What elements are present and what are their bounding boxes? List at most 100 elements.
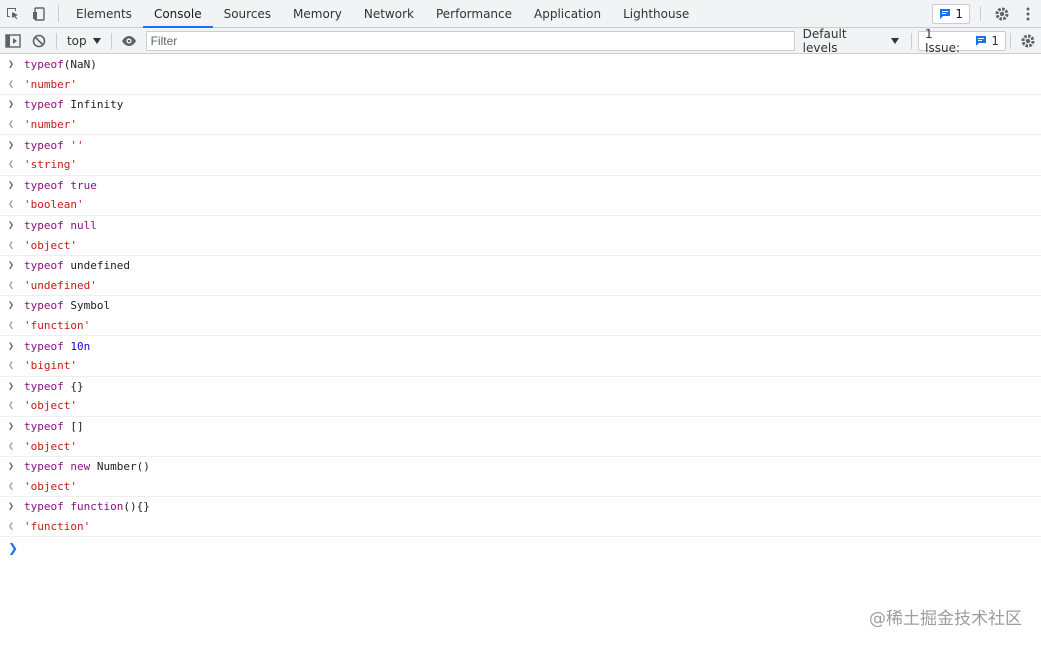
filter-input[interactable] [145, 30, 795, 51]
console-entry: ❯ typeof 10n ❮ 'bigint' [0, 336, 1041, 377]
tab-elements[interactable]: Elements [65, 0, 143, 27]
result-value: 'object' [24, 439, 77, 453]
tab-console[interactable]: Console [142, 0, 213, 28]
console-output-line[interactable]: ❮ 'string' [0, 155, 1041, 175]
output-chevron-icon: ❮ [8, 279, 15, 291]
code-token: typeof [24, 339, 64, 353]
console-output-line[interactable]: ❮ 'number' [0, 115, 1041, 135]
input-chevron-icon: ❯ [8, 461, 15, 473]
console-input-line[interactable]: ❯ typeof Infinity [0, 95, 1041, 115]
result-value: 'number' [24, 118, 77, 132]
toolbar-divider [55, 32, 57, 49]
input-chevron-icon: ❯ [8, 501, 15, 513]
console-output-line[interactable]: ❮ 'object' [0, 235, 1041, 255]
tab-sources[interactable]: Sources [213, 0, 282, 27]
output-chevron-icon: ❮ [8, 520, 15, 532]
result-value: 'object' [24, 399, 77, 413]
inspect-element-icon[interactable] [0, 0, 26, 27]
console-entry: ❯ typeof {} ❮ 'object' [0, 377, 1041, 417]
console-input-line[interactable]: ❯ typeof new Number() [0, 457, 1041, 477]
console-output-line[interactable]: ❮ 'undefined' [0, 276, 1041, 296]
tab-memory[interactable]: Memory [282, 0, 353, 27]
console-input-line[interactable]: ❯ typeof '' [0, 135, 1041, 155]
tab-application[interactable]: Application [523, 0, 612, 27]
code-token: typeof [24, 500, 64, 514]
console-output-line[interactable]: ❮ 'object' [0, 436, 1041, 456]
messages-badge[interactable]: 1 [932, 4, 970, 24]
code-token: new [70, 460, 91, 474]
toolbar-divider [1010, 32, 1012, 49]
tab-lighthouse[interactable]: Lighthouse [612, 0, 700, 27]
console-entry: ❯ typeof '' ❮ 'string' [0, 135, 1041, 176]
context-selector[interactable]: top [61, 34, 107, 48]
output-chevron-icon: ❮ [8, 159, 15, 171]
console-input-line[interactable]: ❯ typeof {} [0, 377, 1041, 397]
caret-down-icon [92, 37, 101, 44]
code-token: typeof [24, 379, 64, 393]
console-entry: ❯ typeof [] ❮ 'object' [0, 417, 1041, 457]
input-chevron-icon: ❯ [8, 99, 15, 111]
code-token: typeof [24, 178, 64, 192]
code-token: undefined [63, 259, 130, 273]
tab-performance[interactable]: Performance [425, 0, 523, 27]
result-value: 'function' [24, 519, 91, 533]
panel-tabs: Elements Console Sources Memory Network Perfo… [65, 0, 700, 28]
code-token: function [70, 500, 124, 514]
code-token: null [70, 219, 97, 233]
code-token: typeof [24, 58, 64, 72]
console-settings-gear-icon[interactable] [1015, 28, 1041, 54]
code-token: 10n [70, 339, 91, 353]
device-toolbar-icon[interactable] [26, 0, 52, 27]
input-chevron-icon: ❯ [8, 139, 15, 151]
console-output-line[interactable]: ❮ 'boolean' [0, 195, 1041, 215]
more-options-icon[interactable] [1015, 0, 1041, 27]
tab-network[interactable]: Network [353, 0, 425, 27]
live-expression-eye-icon[interactable] [116, 28, 142, 54]
tab-bar-divider [58, 5, 59, 22]
console-entry: ❯ typeof Symbol ❮ 'function' [0, 296, 1041, 337]
code-token: Infinity [63, 98, 124, 112]
code-token: Symbol [63, 299, 111, 313]
context-label: top [66, 33, 87, 48]
console-messages[interactable]: ❯ typeof (NaN) ❮ 'number' ❯ typeof Infinity ❮ 'n… [0, 55, 1041, 559]
console-input-line[interactable]: ❯ typeof undefined [0, 256, 1041, 276]
code-token: (){} [123, 500, 150, 514]
toolbar-divider [110, 32, 112, 49]
code-token: Number() [90, 460, 150, 474]
console-output-line[interactable]: ❮ 'object' [0, 396, 1041, 416]
console-prompt[interactable]: ❯ [0, 537, 1041, 559]
console-entry: ❯ typeof null ❮ 'object' [0, 216, 1041, 256]
console-input-line[interactable]: ❯ typeof (NaN) [0, 55, 1041, 75]
devtools-tab-bar: Elements Console Sources Memory Network Perfo… [0, 0, 1041, 28]
console-output-line[interactable]: ❮ 'bigint' [0, 356, 1041, 376]
console-input-line[interactable]: ❯ typeof null [0, 216, 1041, 236]
result-value: 'object' [24, 238, 77, 252]
console-output-line[interactable]: ❮ 'number' [0, 75, 1041, 95]
console-entry: ❯ typeof undefined ❮ 'undefined' [0, 256, 1041, 297]
console-input-line[interactable]: ❯ typeof function(){} [0, 497, 1041, 517]
clear-console-icon[interactable] [26, 28, 52, 54]
result-value: 'undefined' [24, 278, 97, 292]
console-input-line[interactable]: ❯ typeof Symbol [0, 296, 1041, 316]
tab-bar-divider [980, 6, 981, 21]
console-input-line[interactable]: ❯ typeof true [0, 176, 1041, 196]
console-output-line[interactable]: ❮ 'function' [0, 316, 1041, 336]
caret-down-icon [891, 37, 899, 44]
log-levels-dropdown[interactable]: Default levels [795, 27, 907, 55]
console-entry: ❯ typeof new Number() ❮ 'object' [0, 457, 1041, 498]
console-output-line[interactable]: ❮ 'function' [0, 517, 1041, 537]
show-sidebar-icon[interactable] [0, 28, 26, 54]
console-output-line[interactable]: ❮ 'object' [0, 476, 1041, 496]
console-input-line[interactable]: ❯ typeof 10n [0, 336, 1041, 356]
message-icon [940, 9, 951, 19]
console-input-line[interactable]: ❯ typeof [] [0, 417, 1041, 437]
output-chevron-icon: ❮ [8, 119, 15, 131]
console-toolbar: top Default levels 1 Issue: 1 [0, 27, 1041, 55]
code-token: typeof [24, 259, 64, 273]
result-value: 'number' [24, 77, 77, 91]
settings-gear-icon[interactable] [989, 0, 1015, 27]
code-token: typeof [24, 98, 64, 112]
issues-button[interactable]: 1 Issue: 1 [917, 27, 1007, 55]
